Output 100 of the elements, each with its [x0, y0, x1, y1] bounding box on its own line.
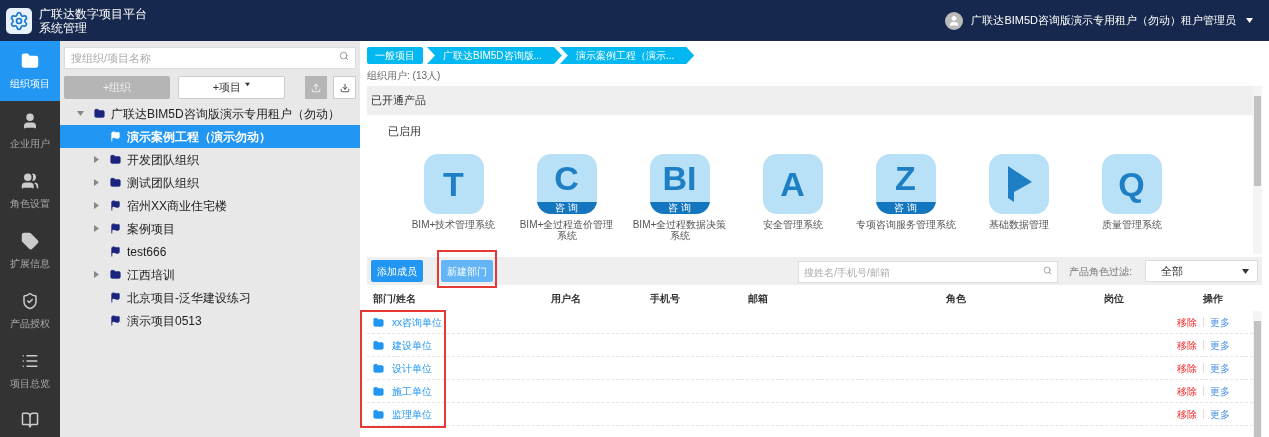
- users-icon: [21, 171, 39, 190]
- product-item[interactable]: Z 咨 询 专项咨询服务管理系统: [849, 153, 962, 241]
- action-button[interactable]: 新建部门: [441, 260, 493, 282]
- folder-icon: [21, 51, 39, 70]
- tree-item[interactable]: 北京项目-泛华建设练习: [60, 286, 360, 309]
- breadcrumb-item[interactable]: 广联达BIM5D咨询版...: [427, 47, 562, 64]
- caret-icon[interactable]: [1242, 268, 1249, 274]
- folder-icon: [373, 408, 384, 420]
- tree-item[interactable]: 案例项目: [60, 217, 360, 240]
- tree-item[interactable]: 演示案例工程（演示勿动）: [60, 125, 360, 148]
- table-row[interactable]: 建设单位 移除 更多: [367, 334, 1253, 357]
- tree-item-label: 演示项目0513: [127, 312, 202, 330]
- product-item[interactable]: T BIM+技术管理系统: [397, 153, 510, 241]
- product-item[interactable]: C 咨 询 BIM+全过程造价管理系统: [510, 153, 623, 241]
- table-row[interactable]: xx咨询单位 移除 更多: [367, 311, 1253, 334]
- tree-item-label: 演示案例工程（演示勿动）: [127, 128, 271, 146]
- department-name[interactable]: xx咨询单位: [392, 314, 442, 330]
- product-name: 基础数据管理: [987, 218, 1050, 230]
- column-header: 岗位: [1103, 291, 1126, 306]
- sidebar-item[interactable]: 扩展信息: [0, 221, 60, 281]
- more-link[interactable]: 更多: [1210, 406, 1230, 422]
- folder-icon: [110, 177, 121, 188]
- download-button[interactable]: [333, 76, 356, 99]
- sidebar-item[interactable]: 企业用户: [0, 101, 60, 161]
- upload-icon: [311, 82, 321, 93]
- user-name[interactable]: 广联达BIM5D咨询版演示专用租户（勿动）租户管理员: [971, 12, 1236, 29]
- column-header: 邮箱: [748, 291, 770, 306]
- more-link[interactable]: 更多: [1210, 360, 1230, 376]
- table-row[interactable]: 设计单位 移除 更多: [367, 357, 1253, 380]
- products-title: 已开通产品: [371, 93, 426, 109]
- tree-item-label: 案例项目: [127, 220, 175, 238]
- flag-icon: [110, 315, 121, 326]
- table-row[interactable]: 监理单位 移除 更多: [367, 403, 1253, 426]
- table-row[interactable]: 施工单位 移除 更多: [367, 380, 1253, 403]
- search-field[interactable]: 搜组织/项目名称: [64, 47, 356, 69]
- shield-check-icon: [21, 291, 39, 310]
- flag-icon: [110, 131, 121, 142]
- logo-letter: Q: [1118, 166, 1145, 201]
- download-icon: [339, 82, 350, 93]
- remove-link[interactable]: 移除: [1177, 314, 1197, 330]
- filter-label: 产品角色过滤:: [1069, 264, 1132, 279]
- breadcrumb-item[interactable]: 演示案例工程（演示...: [559, 47, 695, 64]
- product-item[interactable]: BI 咨 询 BIM+全过程数据决策系统: [623, 153, 736, 241]
- book-icon[interactable]: [21, 411, 39, 429]
- more-link[interactable]: 更多: [1210, 337, 1230, 353]
- department-name[interactable]: 建设单位: [392, 337, 432, 353]
- role-filter-dropdown[interactable]: 全部: [1145, 260, 1258, 282]
- action-button[interactable]: 添加成员: [371, 260, 423, 282]
- caret-icon[interactable]: [1246, 18, 1253, 23]
- org-users-count: 组织用户: (13人): [367, 70, 442, 82]
- department-name[interactable]: 施工单位: [392, 383, 432, 399]
- more-link[interactable]: 更多: [1210, 314, 1230, 330]
- search-icon: [1043, 265, 1053, 275]
- remove-link[interactable]: 移除: [1177, 406, 1197, 422]
- sidebar-item[interactable]: 角色设置: [0, 161, 60, 221]
- product-name: BIM+全过程数据决策系统: [631, 218, 728, 241]
- remove-link[interactable]: 移除: [1177, 383, 1197, 399]
- product-item[interactable]: 基础数据管理: [962, 153, 1075, 241]
- folder-icon: [110, 154, 121, 165]
- upload-button[interactable]: [304, 76, 328, 99]
- sidebar-item[interactable]: 产品授权: [0, 281, 60, 341]
- column-header: 操作: [1203, 291, 1224, 306]
- tree-item-label: 北京项目-泛华建设练习: [127, 289, 251, 307]
- tree-item[interactable]: 宿州XX商业住宅楼: [60, 194, 360, 217]
- sidebar-item[interactable]: 组织项目: [0, 41, 60, 101]
- product-item[interactable]: A 安全管理系统: [736, 153, 849, 241]
- member-search-field[interactable]: 搜姓名/手机号/邮箱: [798, 261, 1059, 284]
- tree-item[interactable]: 广联达BIM5D咨询版演示专用租户（勿动）: [60, 102, 360, 125]
- tree-item[interactable]: 测试团队组织: [60, 171, 360, 194]
- avatar[interactable]: [945, 11, 964, 30]
- add-button[interactable]: +项目: [178, 76, 285, 99]
- annotation-frame: [437, 250, 497, 288]
- tree-item[interactable]: test666: [60, 240, 360, 263]
- column-header: 手机号: [649, 291, 681, 306]
- folder-icon: [94, 108, 105, 119]
- logo-letter: Z: [895, 160, 916, 195]
- app-title: 广联达数字项目平台: [39, 6, 147, 21]
- folder-icon: [373, 339, 384, 351]
- remove-link[interactable]: 移除: [1177, 337, 1197, 353]
- product-name: 专项咨询服务管理系统: [855, 218, 956, 230]
- user-icon: [948, 14, 961, 27]
- department-name[interactable]: 监理单位: [392, 406, 432, 422]
- tree-item[interactable]: 开发团队组织: [60, 148, 360, 171]
- caret-icon[interactable]: [245, 82, 251, 87]
- tree-item[interactable]: 江西培训: [60, 263, 360, 286]
- product-badge: 咨 询: [875, 201, 936, 214]
- breadcrumb-item[interactable]: 一般项目: [367, 47, 423, 64]
- search-icon: [339, 51, 349, 61]
- flag-icon: [110, 223, 121, 234]
- department-name[interactable]: 设计单位: [392, 360, 432, 376]
- remove-link[interactable]: 移除: [1177, 360, 1197, 376]
- tree-item-label: 开发团队组织: [127, 151, 199, 169]
- tree-item-label: 江西培训: [127, 266, 175, 284]
- product-badge: 咨 询: [536, 201, 597, 214]
- sidebar-item[interactable]: 项目总览: [0, 341, 60, 401]
- more-link[interactable]: 更多: [1210, 383, 1230, 399]
- tree-item[interactable]: 演示项目0513: [60, 309, 360, 332]
- user-icon: [21, 111, 39, 130]
- tree-item-label: 广联达BIM5D咨询版演示专用租户（勿动）: [111, 105, 340, 123]
- product-item[interactable]: Q 质量管理系统: [1075, 153, 1188, 241]
